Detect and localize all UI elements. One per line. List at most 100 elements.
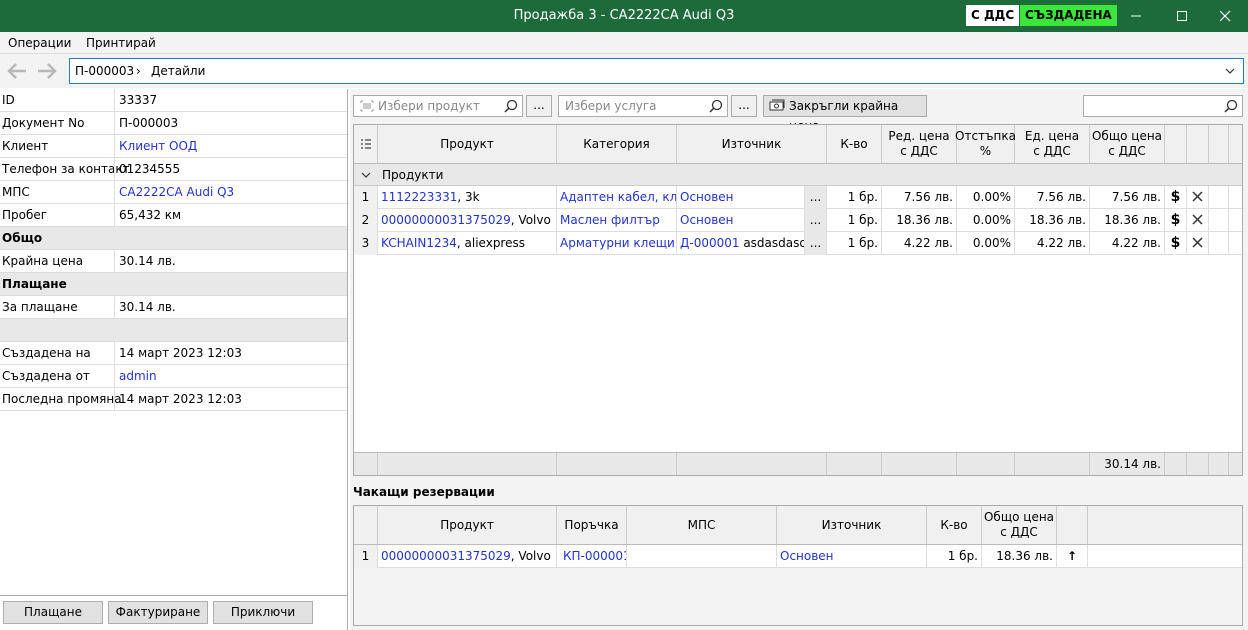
minimize-button[interactable]	[1113, 0, 1159, 32]
client-link[interactable]: Клиент ООД	[114, 135, 197, 157]
product-code-link[interactable]: 00000000031375029	[381, 549, 511, 563]
forward-arrow-icon[interactable]	[34, 58, 60, 84]
grid-search-input[interactable]	[1083, 95, 1243, 117]
products-grid-header: Продукт Категория Източник К-во Ред. цен…	[354, 125, 1242, 164]
phone-label: Телефон за контакт	[2, 162, 130, 176]
product-code-link[interactable]: KCHAIN1234	[381, 236, 457, 250]
table-row[interactable]: 2 00000000031375029, Volvo Маслен филтър…	[354, 209, 1242, 232]
footer-cell	[677, 453, 827, 475]
qty-cell[interactable]: 1 бр.	[827, 232, 882, 255]
product-browse-button[interactable]: ...	[526, 95, 552, 117]
price-cell[interactable]: 18.36 лв.	[882, 209, 957, 232]
modified-value: 14 март 2023 12:03	[114, 388, 242, 410]
detail-row-created-on: Създадена на 14 март 2023 12:03	[0, 342, 347, 365]
footer-cell	[957, 453, 1015, 475]
product-code-link[interactable]: 1112223331	[381, 190, 457, 204]
header-unit-price-line1: Ред. цена	[888, 129, 950, 143]
header-qty[interactable]: К-во	[927, 506, 982, 544]
chevron-down-icon[interactable]	[361, 171, 371, 179]
header-order[interactable]: Поръчка	[557, 506, 627, 544]
source-browse-button[interactable]: ...	[805, 209, 827, 232]
section-spacer	[0, 319, 347, 342]
delete-icon[interactable]	[1187, 232, 1209, 255]
header-category[interactable]: Категория	[557, 125, 677, 163]
section-payment-label: Плащане	[2, 277, 67, 291]
header-source[interactable]: Източник	[677, 125, 827, 163]
header-product[interactable]: Продукт	[378, 506, 557, 544]
breadcrumb[interactable]: П-000003 › Детайли	[69, 58, 1244, 84]
header-unit-price[interactable]: Ред. цена с ДДС	[882, 125, 957, 163]
finish-button[interactable]: Приключи	[213, 601, 313, 624]
table-row[interactable]: 1 1112223331, 3k Адаптен кабел, кла... О…	[354, 186, 1242, 209]
header-product[interactable]: Продукт	[378, 125, 557, 163]
header-discount[interactable]: Отстъпка %	[955, 125, 1016, 163]
discount-cell[interactable]: 0.00%	[957, 186, 1015, 209]
mileage-label: Пробег	[2, 208, 48, 222]
grid-footer: 30.14 лв.	[354, 452, 1242, 475]
dollar-icon[interactable]: $	[1165, 186, 1187, 209]
group-row[interactable]: Продукти	[354, 164, 1242, 186]
menu-print[interactable]: Принтирай	[86, 32, 156, 54]
source-link[interactable]: Основен	[680, 190, 734, 204]
table-row[interactable]: 1 00000000031375029, Volvo КП-000001 Осн…	[354, 545, 1242, 568]
extra-cell	[1209, 232, 1229, 255]
source-browse-button[interactable]: ...	[805, 186, 827, 209]
round-price-button[interactable]: Закръгли крайна цена	[763, 95, 927, 133]
header-source[interactable]: Източник	[777, 506, 927, 544]
product-picker[interactable]: Избери продукт	[353, 95, 523, 117]
source-link[interactable]: Основен	[680, 213, 734, 227]
total-cell: 18.36 лв.	[1090, 209, 1165, 232]
maximize-button[interactable]	[1159, 0, 1205, 32]
source-link[interactable]: Основен	[777, 545, 927, 568]
header-vehicle[interactable]: МПС	[627, 506, 777, 544]
service-picker[interactable]: Избери услуга	[558, 95, 728, 117]
vehicle-link[interactable]: СА2222СА Audi Q3	[114, 181, 234, 203]
discount-cell[interactable]: 0.00%	[957, 209, 1015, 232]
order-link[interactable]: КП-000001	[557, 545, 627, 568]
invoice-button[interactable]: Фактуриране	[108, 601, 208, 624]
row-number: 2	[354, 209, 378, 232]
product-cell: KCHAIN1234, aliexpress	[378, 232, 557, 255]
detail-row-created-by: Създадена от admin	[0, 365, 347, 388]
product-name: , aliexpress	[456, 236, 525, 250]
source-link[interactable]: Д-000001	[680, 236, 740, 250]
qty-cell[interactable]: 1 бр.	[827, 186, 882, 209]
price-cell[interactable]: 7.56 лв.	[882, 186, 957, 209]
pay-button[interactable]: Плащане	[3, 601, 103, 624]
docno-label: Документ No	[2, 116, 85, 130]
created-on-value: 14 март 2023 12:03	[114, 342, 242, 364]
chevron-down-icon[interactable]	[1225, 59, 1235, 83]
close-button[interactable]	[1202, 0, 1248, 32]
vat-badge: С ДДС	[966, 5, 1020, 26]
menu-operations[interactable]: Операции	[8, 32, 71, 54]
arrow-up-icon[interactable]: ↑	[1057, 545, 1088, 568]
table-row[interactable]: 3 KCHAIN1234, aliexpress Арматурни клещи…	[354, 232, 1242, 255]
discount-cell[interactable]: 0.00%	[957, 232, 1015, 255]
detail-row-vehicle: МПС СА2222СА Audi Q3	[0, 181, 347, 204]
price-cell[interactable]: 4.22 лв.	[882, 232, 957, 255]
service-browse-button[interactable]: ...	[731, 95, 757, 117]
product-code-link[interactable]: 00000000031375029	[381, 213, 511, 227]
modified-label: Последна промяна	[2, 392, 122, 406]
to-pay-value: 30.14 лв.	[114, 296, 176, 318]
header-total[interactable]: Общо цена с ДДС	[1090, 125, 1165, 163]
header-unit[interactable]: Ед. цена с ДДС	[1015, 125, 1090, 163]
category-link[interactable]: Арматурни клещи	[557, 232, 677, 255]
delete-icon[interactable]	[1187, 209, 1209, 232]
back-arrow-icon[interactable]	[4, 58, 30, 84]
footer-cell	[1209, 453, 1229, 475]
category-link[interactable]: Адаптен кабел, кла...	[557, 186, 677, 209]
column-chooser-icon[interactable]	[354, 125, 378, 163]
qty-cell[interactable]: 1 бр.	[827, 209, 882, 232]
header-qty[interactable]: К-во	[827, 125, 882, 163]
created-by-link[interactable]: admin	[114, 365, 157, 387]
breadcrumb-page: Детайли	[151, 64, 206, 78]
dollar-icon[interactable]: $	[1165, 209, 1187, 232]
delete-icon[interactable]	[1187, 186, 1209, 209]
breadcrumb-document[interactable]: П-000003	[75, 59, 134, 83]
source-browse-button[interactable]: ...	[805, 232, 827, 255]
header-total[interactable]: Общо цена с ДДС	[982, 506, 1057, 544]
category-link[interactable]: Маслен филтър	[557, 209, 677, 232]
header-total-line2: с ДДС	[1108, 144, 1146, 158]
dollar-icon[interactable]: $	[1165, 232, 1187, 255]
